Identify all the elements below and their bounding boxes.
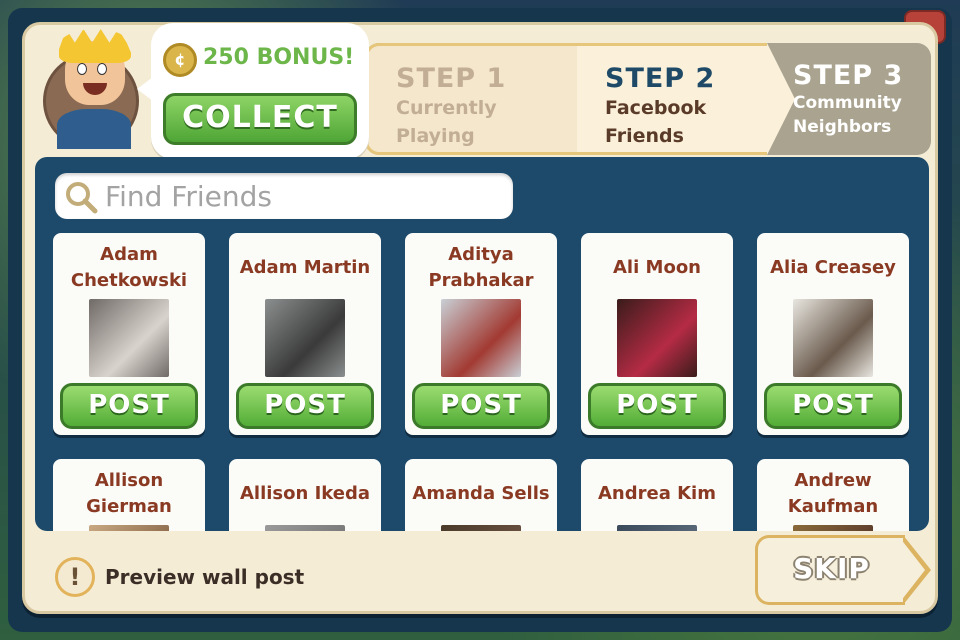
post-button[interactable]: POST <box>236 383 374 429</box>
friend-card: Allison IkedaPOST <box>229 459 381 531</box>
steps-bar: STEP 1 Currently Playing STEP 2 Facebook… <box>365 43 931 155</box>
post-button[interactable]: POST <box>60 383 198 429</box>
friend-name: Andrea Kim <box>597 483 716 504</box>
bonus-bubble: ¢ 250 BONUS! COLLECT <box>137 23 369 159</box>
collect-button[interactable]: COLLECT <box>163 93 357 145</box>
step-2-line2: Friends <box>605 125 684 147</box>
invite-friends-dialog: STEP 1 Currently Playing STEP 2 Facebook… <box>22 22 938 614</box>
friend-name: Adam Chetkowski <box>70 244 188 291</box>
friend-name: Andrew Kaufman <box>787 470 879 517</box>
friend-card: Andrew KaufmanPOST <box>757 459 909 531</box>
step-3-number: STEP 3 <box>793 60 904 91</box>
step-1[interactable]: STEP 1 Currently Playing <box>365 43 605 155</box>
bonus-text: 250 BONUS! <box>203 45 355 70</box>
friend-photo <box>441 299 521 377</box>
step-1-line2: Playing <box>396 125 475 147</box>
friend-card: Amanda SellsPOST <box>405 459 557 531</box>
friend-name: Alia Creasey <box>770 257 896 278</box>
friend-card: Ali Moon POST <box>581 233 733 435</box>
friend-photo <box>793 299 873 377</box>
friend-card: Allison GiermanPOST <box>53 459 205 531</box>
step-2[interactable]: STEP 2 Facebook Friends <box>577 43 795 155</box>
friend-card: Aditya Prabhakar POST <box>405 233 557 435</box>
step-3[interactable]: STEP 3 Community Neighbors <box>767 43 931 155</box>
friend-card: Adam Martin POST <box>229 233 381 435</box>
friend-photo <box>617 299 697 377</box>
friend-name: Adam Martin <box>239 257 371 278</box>
player-avatar <box>43 29 143 149</box>
friend-name: Aditya Prabhakar <box>428 244 534 291</box>
skip-button[interactable]: SKIP <box>755 535 905 605</box>
search-icon <box>66 182 98 214</box>
post-button[interactable]: POST <box>764 383 902 429</box>
coin-icon: ¢ <box>163 43 197 77</box>
exclamation-icon: ! <box>55 557 95 597</box>
friend-photo <box>89 299 169 377</box>
friend-photo <box>441 525 521 531</box>
avatar-shirt <box>57 109 131 149</box>
post-button[interactable]: POST <box>412 383 550 429</box>
skip-arrow-icon[interactable] <box>900 535 931 605</box>
step-2-line1: Facebook <box>605 97 707 119</box>
step-3-line1: Community <box>793 93 902 113</box>
preview-label: Preview wall post <box>105 565 305 589</box>
search-input[interactable] <box>105 177 505 215</box>
friend-photo <box>617 525 697 531</box>
friend-card: Adam Chetkowski POST <box>53 233 205 435</box>
friend-card: Andrea KimPOST <box>581 459 733 531</box>
friend-name: Ali Moon <box>613 257 701 278</box>
avatar-hair <box>59 29 131 63</box>
post-button[interactable]: POST <box>588 383 726 429</box>
search-bar[interactable] <box>55 173 513 219</box>
friend-photo <box>265 525 345 531</box>
step-3-line2: Neighbors <box>793 117 892 137</box>
friends-panel: Adam ChetkowskiPOSTAdam MartinPOSTAditya… <box>35 157 929 531</box>
friend-name: Allison Gierman <box>86 470 172 517</box>
friend-card: Alia Creasey POST <box>757 233 909 435</box>
step-1-number: STEP 1 <box>396 63 507 94</box>
friend-photo <box>265 299 345 377</box>
friend-name: Amanda Sells <box>412 483 550 504</box>
step-1-line1: Currently <box>396 97 497 119</box>
friend-photo <box>89 525 169 531</box>
avatar-left-eye <box>77 63 87 75</box>
friend-photo <box>793 525 873 531</box>
step-2-number: STEP 2 <box>605 63 716 94</box>
friend-name: Allison Ikeda <box>239 483 371 504</box>
avatar-right-eye <box>97 63 107 75</box>
